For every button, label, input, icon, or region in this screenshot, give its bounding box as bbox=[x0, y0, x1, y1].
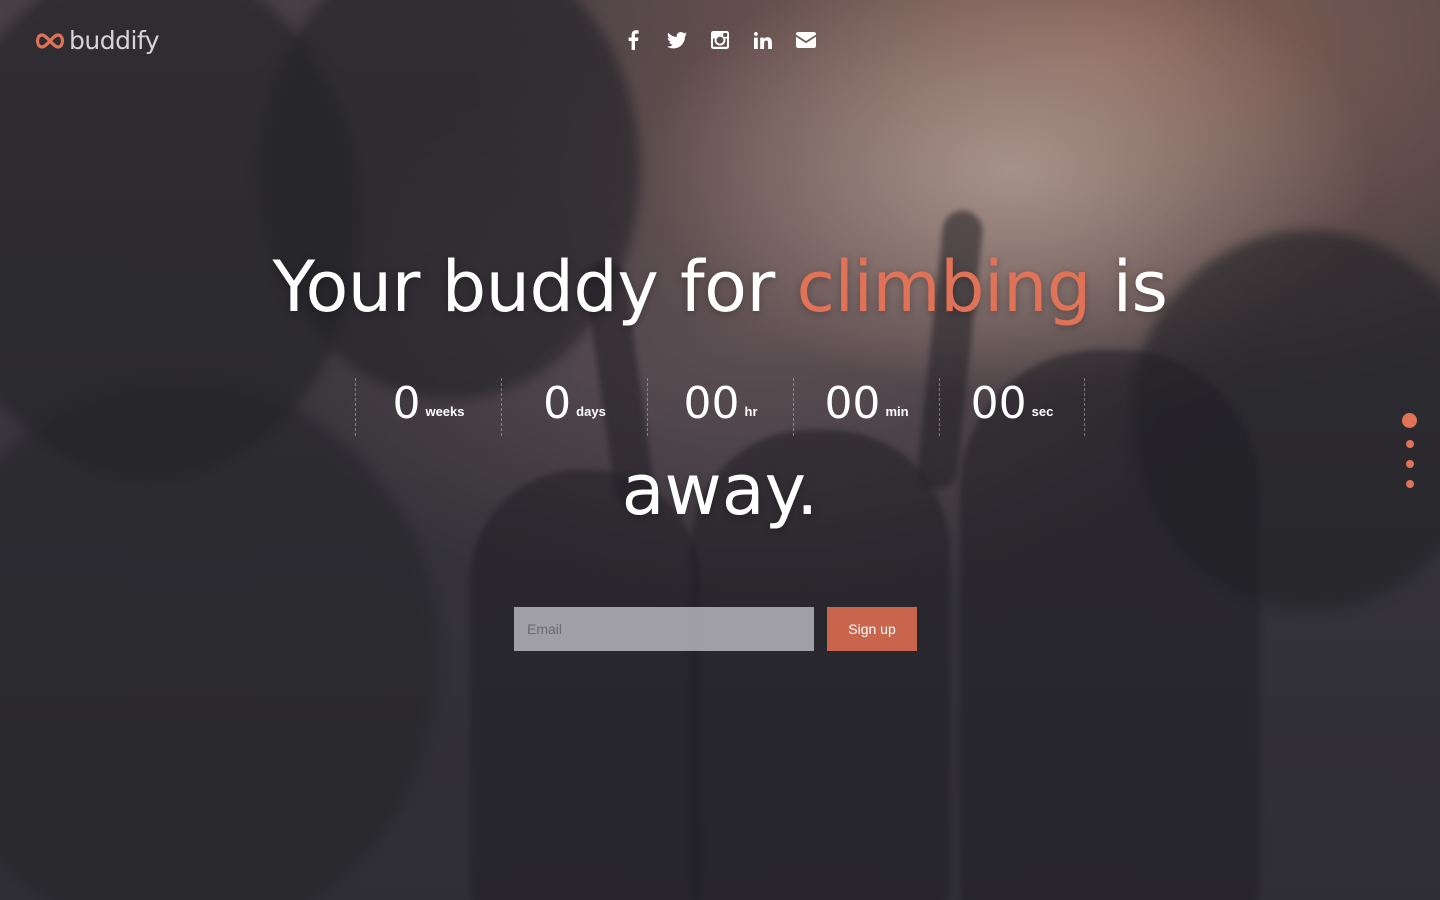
linkedin-link[interactable] bbox=[751, 28, 774, 52]
facebook-link[interactable] bbox=[622, 28, 645, 52]
facebook-icon bbox=[628, 30, 639, 50]
instagram-icon bbox=[710, 31, 729, 49]
nav-dot-4[interactable] bbox=[1405, 480, 1414, 488]
countdown-minutes: 00 min bbox=[793, 378, 939, 436]
countdown-timer: 0 weeks 0 days 00 hr 00 min 00 sec bbox=[355, 378, 1085, 436]
countdown-unit: hr bbox=[744, 404, 758, 419]
email-link[interactable] bbox=[794, 28, 817, 52]
countdown-unit: sec bbox=[1031, 404, 1054, 419]
countdown-value: 00 bbox=[683, 378, 740, 429]
nav-dot-1[interactable] bbox=[1402, 413, 1417, 428]
headline-accent-word: climbing bbox=[796, 246, 1092, 328]
countdown-hours: 00 hr bbox=[647, 378, 793, 436]
email-input[interactable] bbox=[514, 607, 814, 651]
headline-after: is bbox=[1090, 246, 1168, 328]
twitter-link[interactable] bbox=[665, 28, 688, 52]
countdown-days: 0 days bbox=[501, 378, 647, 436]
twitter-icon bbox=[666, 31, 687, 48]
countdown-seconds: 00 sec bbox=[939, 378, 1085, 436]
landing-page: buddify Your buddy for climbing is 0 wee… bbox=[0, 0, 1440, 900]
signup-button[interactable]: Sign up bbox=[827, 607, 917, 651]
countdown-unit: weeks bbox=[425, 404, 465, 419]
countdown-unit: days bbox=[576, 404, 606, 419]
headline-tail: away. bbox=[621, 449, 819, 531]
countdown-weeks: 0 weeks bbox=[355, 378, 501, 436]
instagram-link[interactable] bbox=[708, 28, 731, 52]
nav-dot-3[interactable] bbox=[1405, 460, 1414, 468]
countdown-value: 0 bbox=[543, 378, 572, 429]
hero-headline: Your buddy for climbing is bbox=[0, 243, 1440, 331]
headline-before: Your buddy for bbox=[272, 246, 797, 328]
infinity-logo-icon bbox=[35, 33, 65, 49]
countdown-unit: min bbox=[885, 404, 909, 419]
section-dot-nav bbox=[1402, 413, 1417, 488]
countdown-value: 0 bbox=[392, 378, 421, 429]
countdown-value: 00 bbox=[970, 378, 1027, 429]
logo-link[interactable]: buddify bbox=[33, 26, 160, 56]
brand-name: buddify bbox=[69, 26, 160, 55]
countdown-value: 00 bbox=[824, 378, 881, 429]
social-links bbox=[622, 28, 817, 52]
envelope-icon bbox=[795, 32, 816, 48]
linkedin-icon bbox=[753, 31, 772, 49]
nav-dot-2[interactable] bbox=[1405, 440, 1414, 448]
signup-form: Sign up bbox=[514, 607, 917, 651]
